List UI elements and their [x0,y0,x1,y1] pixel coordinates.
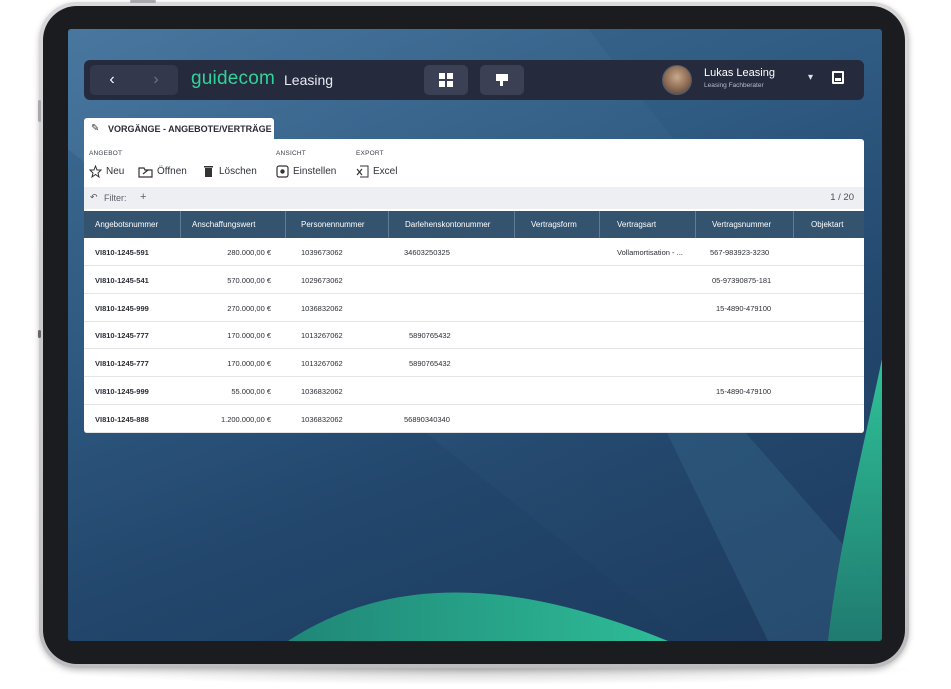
excel-button[interactable]: Excel [356,163,397,179]
trash-icon [202,165,215,178]
table-cell-darlehenskontonummer: 34603250325 [404,248,450,257]
avatar[interactable] [662,65,692,95]
tablet-screen: ‹ › guidecom Leasing Lukas Leasing Leasi… [68,29,882,641]
navigation-group: ‹ › [90,65,178,95]
table-cell-personennummer: 1039673062 [301,248,343,257]
table-cell-angebotsnummer: VI810-1245-777 [95,359,149,369]
open-button[interactable]: Öffnen [138,163,187,179]
new-button[interactable]: Neu [88,163,125,179]
column-anschaffungswert[interactable]: Anschaffungswert [181,211,286,238]
table-header: Angebotsnummer Anschaffungswert Personen… [84,211,864,238]
delete-label: Löschen [219,165,257,177]
column-objektart[interactable]: Objektart [794,211,864,238]
top-button [130,0,156,3]
filter-label: Filter: [104,193,127,203]
chevron-down-icon[interactable]: ▾ [808,72,813,83]
settings-label: Einstellen [293,165,337,177]
flag-icon [496,74,508,86]
table-cell-personennummer: 1036832062 [301,387,343,396]
table-row[interactable]: VI810-1245-591 280.000,00 € 1039673062 3460… [84,238,864,266]
table-cell-anschaffungswert: 170.000,00 € [227,331,271,341]
gear-icon [276,164,289,178]
open-label: Öffnen [157,165,187,177]
table-cell-vertragsnummer: 567-983923-3230 [710,248,770,257]
table-cell-vertragsnummer: 15-4890-479100 [716,387,772,396]
table-cell-vertragsnummer: 05-97390875-181 [712,275,772,285]
handshake-icon: ✎ [91,123,100,134]
table-cell-personennummer: 1013267062 [301,359,343,369]
toolbar-group-export: EXPORT [356,150,384,157]
table-row[interactable]: VI810-1245-541 570.000,00 € 1029673062 05-9… [84,266,864,294]
table-cell-anschaffungswert: 270.000,00 € [227,303,271,313]
content-panel: ANGEBOT ANSICHT EXPORT Neu Öffnen Lösche… [84,139,864,433]
column-vertragsnummer[interactable]: Vertragsnummer [696,211,794,238]
table-row[interactable]: VI810-1245-777 170.000,00 € 1013267062 5890… [84,321,864,350]
folder-open-icon [138,165,153,178]
dashboard-button[interactable] [424,65,468,95]
table-row[interactable]: VI810-1245-999 55.000,00 € 1036832062 15-48… [84,377,864,405]
table-cell-darlehenskontonummer: 5890765432 [409,359,451,369]
table-cell-personennummer: 1029673062 [301,275,343,285]
table-cell-angebotsnummer: VI810-1245-888 [95,414,149,424]
table-cell-anschaffungswert: 1.200.000,00 € [220,414,271,424]
fullscreen-icon[interactable] [832,71,844,84]
user-role: Leasing Fachberater [704,82,764,89]
toolbar-group-angebot: ANGEBOT [89,150,123,157]
chevron-left-icon: ‹ [109,71,115,88]
flag-button[interactable] [480,65,524,95]
column-vertragsart[interactable]: Vertragsart [600,211,696,238]
table-cell-vertragsnummer: 15-4890-479100 [716,303,772,313]
table-cell-angebotsnummer: VI810-1245-541 [95,275,149,285]
chevron-right-icon: › [153,71,159,88]
module-title: Leasing [284,72,334,88]
table-cell-angebotsnummer: VI810-1245-591 [95,248,149,257]
toolbar-group-ansicht: ANSICHT [276,150,306,157]
table-row[interactable]: VI810-1245-888 1.200.000,00 € 1036832062 56… [84,405,864,433]
side-sensor [38,330,41,338]
table-cell-anschaffungswert: 280.000,00 € [227,248,271,257]
app-logo: guidecom [191,68,275,89]
app-bar: ‹ › guidecom Leasing Lukas Leasing Leasi… [84,60,864,100]
excel-icon [356,165,369,178]
filter-bar: ↶ Filter: + 1 / 20 [84,187,864,209]
table-cell-angebotsnummer: VI810-1245-999 [95,387,149,396]
table-cell-angebotsnummer: VI810-1245-777 [95,331,149,341]
table-cell-darlehenskontonummer: 56890340340 [404,414,450,424]
table-cell-darlehenskontonummer: 5890765432 [409,331,451,341]
undo-icon[interactable]: ↶ [90,192,98,203]
tab-label: VORGÄNGE - ANGEBOTE/VERTRÄGE [108,124,272,134]
table-cell-personennummer: 1013267062 [301,331,343,341]
table-cell-anschaffungswert: 170.000,00 € [227,359,271,369]
table-cell-personennummer: 1036832062 [301,303,343,313]
new-label: Neu [106,165,125,177]
pager: 1 / 20 [830,192,854,203]
excel-label: Excel [373,165,398,177]
table-cell-angebotsnummer: VI810-1245-999 [95,303,149,313]
settings-button[interactable]: Einstellen [276,163,336,179]
column-vertragsform[interactable]: Vertragsform [515,211,600,238]
column-personennummer[interactable]: Personennummer [286,211,389,238]
table-cell-vertragsart: Vollamortisation - ... [617,248,683,257]
add-filter-button[interactable]: + [140,191,146,203]
forward-button[interactable]: › [134,65,178,95]
column-darlehenskontonummer[interactable]: Darlehenskontonummer [389,211,515,238]
table-row[interactable]: VI810-1245-777 170.000,00 € 1013267062 5890… [84,349,864,378]
table-cell-personennummer: 1036832062 [301,414,343,424]
table-cell-anschaffungswert: 55.000,00 € [231,387,271,396]
column-angebotsnummer[interactable]: Angebotsnummer [84,211,181,238]
volume-button [38,100,41,122]
grid-icon [439,73,453,87]
star-add-icon [88,164,103,178]
back-button[interactable]: ‹ [90,65,134,95]
delete-button[interactable]: Löschen [202,163,257,179]
tab-vorgaenge[interactable]: ✎ VORGÄNGE - ANGEBOTE/VERTRÄGE [84,118,274,140]
table-cell-anschaffungswert: 570.000,00 € [227,275,271,285]
user-name: Lukas Leasing [704,67,775,79]
table-row[interactable]: VI810-1245-999 270.000,00 € 1036832062 15-4… [84,294,864,322]
